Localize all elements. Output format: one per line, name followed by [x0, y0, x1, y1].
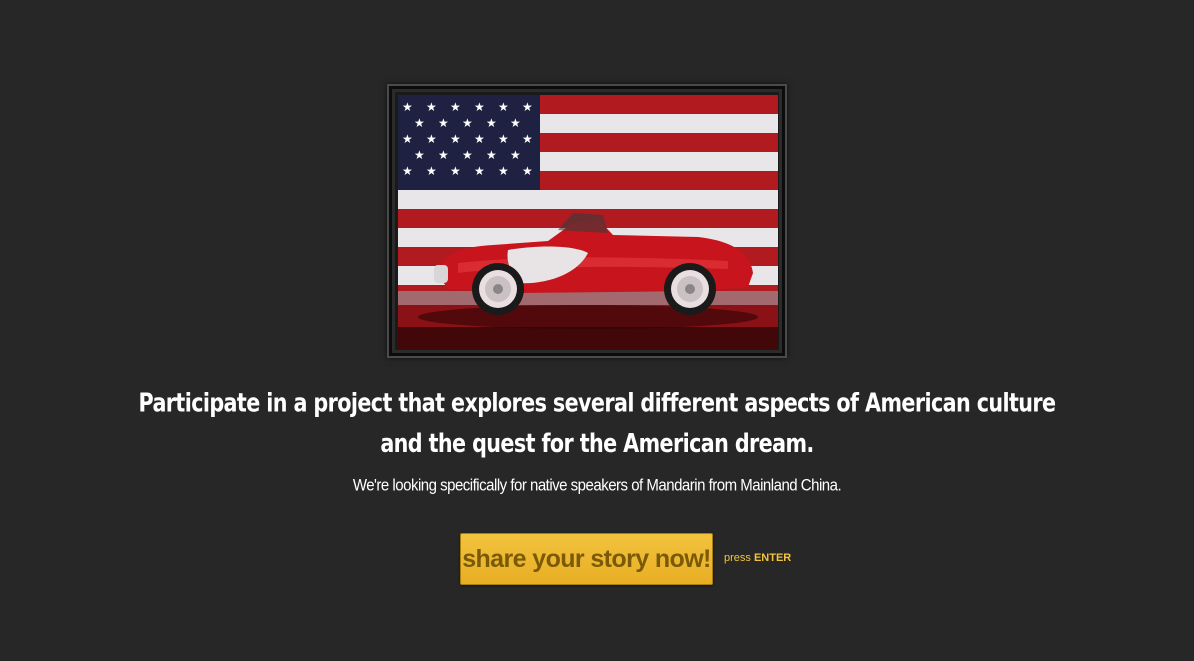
page: ★ ★ ★ ★ ★ ★ ★ ★ ★ ★ ★ ★ ★ ★ ★ ★ ★ ★ ★ ★ ★ ★ ★ ★ ★ ★ ★ ★ — [0, 0, 1194, 661]
enter-hint-prefix: press — [724, 552, 751, 564]
svg-text:★: ★ — [486, 116, 497, 130]
subline: We're looking specifically for native sp… — [352, 476, 842, 495]
svg-text:★: ★ — [486, 148, 497, 162]
headline-line-1: Participate in a project that explores s… — [138, 389, 1057, 419]
svg-text:★: ★ — [462, 148, 473, 162]
svg-text:★: ★ — [462, 116, 473, 130]
share-story-button[interactable]: share your story now! — [460, 533, 713, 585]
svg-text:★: ★ — [498, 164, 509, 178]
svg-text:★: ★ — [438, 116, 449, 130]
headline: Participate in a project that explores s… — [0, 384, 1194, 465]
svg-text:★: ★ — [498, 100, 509, 114]
svg-text:★: ★ — [510, 116, 521, 130]
svg-text:★: ★ — [498, 132, 509, 146]
framed-photo: ★ ★ ★ ★ ★ ★ ★ ★ ★ ★ ★ ★ ★ ★ ★ ★ ★ ★ ★ ★ ★ ★ ★ ★ ★ ★ ★ ★ — [387, 84, 787, 358]
headline-line-2: and the quest for the American dream. — [380, 429, 814, 459]
svg-text:★: ★ — [474, 164, 485, 178]
enter-hint-key: ENTER — [753, 552, 792, 564]
svg-text:★: ★ — [414, 116, 425, 130]
car-flag-image: ★ ★ ★ ★ ★ ★ ★ ★ ★ ★ ★ ★ ★ ★ ★ ★ ★ ★ ★ ★ ★ ★ ★ ★ ★ ★ ★ ★ — [398, 95, 778, 349]
svg-text:★: ★ — [474, 132, 485, 146]
svg-text:★: ★ — [414, 148, 425, 162]
svg-text:★: ★ — [438, 148, 449, 162]
svg-text:★: ★ — [474, 100, 485, 114]
svg-text:★: ★ — [522, 132, 533, 146]
svg-text:★: ★ — [402, 132, 413, 146]
svg-text:★: ★ — [510, 148, 521, 162]
svg-text:★: ★ — [522, 164, 533, 178]
svg-text:★: ★ — [450, 164, 461, 178]
svg-text:★: ★ — [426, 132, 437, 146]
svg-text:★: ★ — [522, 100, 533, 114]
svg-text:★: ★ — [426, 164, 437, 178]
svg-text:★: ★ — [450, 100, 461, 114]
svg-text:★: ★ — [402, 164, 413, 178]
svg-text:★: ★ — [450, 132, 461, 146]
enter-hint: press ENTER — [724, 552, 791, 564]
svg-text:★: ★ — [402, 100, 413, 114]
svg-text:★: ★ — [426, 100, 437, 114]
